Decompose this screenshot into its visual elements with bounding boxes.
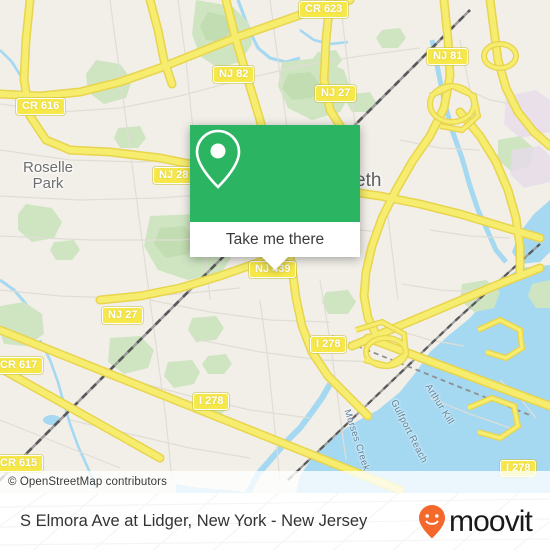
- take-me-there-button[interactable]: Take me there: [190, 222, 360, 257]
- moovit-wordmark: moovit: [449, 504, 533, 538]
- popup-header: [190, 125, 360, 222]
- map-pin-icon: [195, 129, 241, 189]
- road-shield: I 278: [310, 336, 347, 353]
- road-shield: NJ 27: [315, 85, 357, 102]
- popup-pointer: [262, 257, 288, 270]
- location-popup-card[interactable]: Take me there: [190, 125, 360, 270]
- road-shield: CR 616: [16, 98, 66, 115]
- map-attribution[interactable]: © OpenStreetMap contributors: [0, 471, 550, 493]
- attribution-text: © OpenStreetMap contributors: [8, 476, 167, 488]
- road-shield: NJ 82: [213, 66, 255, 83]
- map-canvas[interactable]: CR 623 NJ 82 NJ 27 NJ 81 CR 616 NJ 28 NJ 439 NJ…: [0, 0, 550, 493]
- road-shield: CR 615: [0, 455, 44, 472]
- map-screenshot: CR 623 NJ 82 NJ 27 NJ 81 CR 616 NJ 28 NJ 439 NJ…: [0, 0, 550, 550]
- moovit-pin-icon: [419, 504, 446, 538]
- take-me-there-label: Take me there: [225, 230, 325, 248]
- place-label: Roselle Park: [23, 159, 74, 192]
- road-shield: NJ 81: [427, 48, 469, 65]
- location-title: S Elmora Ave at Lidger, New York - New J…: [20, 512, 368, 530]
- road-shield: I 278: [193, 393, 230, 410]
- road-shield: NJ 27: [102, 307, 144, 324]
- road-shield: CR 623: [299, 1, 349, 18]
- road-shield: NJ 28: [153, 167, 195, 184]
- road-shield: CR 617: [0, 357, 44, 374]
- footer-bar: S Elmora Ave at Lidger, New York - New J…: [0, 493, 550, 550]
- moovit-logo[interactable]: moovit: [417, 504, 533, 540]
